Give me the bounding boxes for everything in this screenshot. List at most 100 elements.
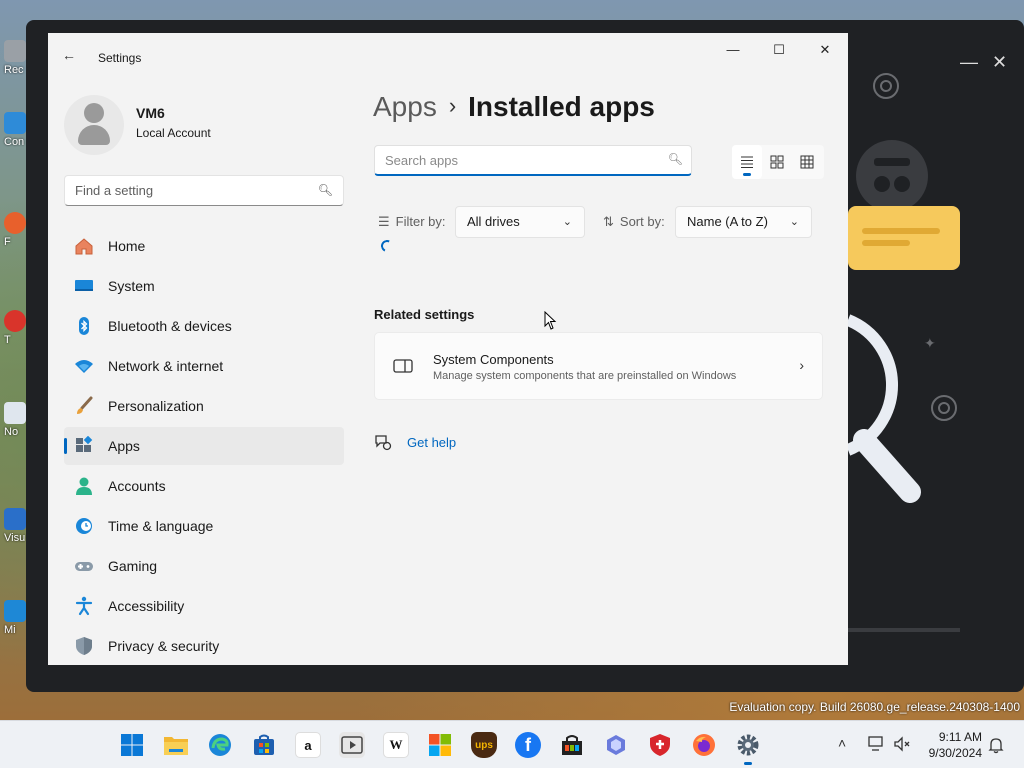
windows-logo-icon [121, 734, 143, 756]
desktop-icon-label: T [4, 334, 11, 346]
firefox-icon [693, 734, 715, 756]
taskbar-copilot[interactable] [603, 732, 629, 758]
filter-label-text: Filter by: [395, 214, 446, 229]
sidebar-item-label: Gaming [108, 558, 158, 574]
network-icon[interactable] [868, 736, 886, 752]
search-icon: 🔍︎ [317, 183, 333, 197]
accessibility-icon [74, 596, 94, 616]
sort-label-text: Sort by: [619, 214, 665, 229]
taskbar-facebook[interactable]: f [515, 732, 541, 758]
copilot-icon [607, 735, 625, 755]
desktop-icon-label: Con [4, 136, 25, 148]
home-icon [74, 236, 94, 256]
search-apps-box: 🔍︎ [374, 145, 692, 176]
sidebar-item-privacy[interactable]: Privacy & security [64, 627, 344, 665]
taskbar-firefox[interactable] [691, 732, 717, 758]
taskbar-microsoft-store[interactable] [251, 732, 277, 758]
taskbar-file-explorer[interactable] [163, 732, 189, 758]
svg-text:✦: ✦ [924, 335, 936, 351]
sort-label: ⇅ Sort by: [603, 214, 665, 230]
sidebar-item-system[interactable]: System [64, 267, 344, 305]
sidebar-nav: Home System Bluetooth & devices Network … [64, 227, 344, 665]
chevron-right-icon: › [799, 357, 804, 373]
filter-label: ☰ Filter by: [378, 214, 446, 230]
account-type: Local Account [136, 126, 211, 140]
gear-icon [737, 734, 759, 756]
mouse-cursor-icon [544, 311, 557, 330]
breadcrumb-parent[interactable]: Apps [373, 91, 437, 122]
card-title: System Components [433, 352, 554, 367]
edge-icon [209, 734, 231, 756]
system-components-card[interactable]: System Components Manage system componen… [374, 332, 823, 400]
breadcrumb: Apps › Installed apps [373, 91, 655, 123]
clock-globe-icon [74, 516, 94, 536]
avatar [64, 95, 124, 155]
maximize-button[interactable]: ☐ [756, 39, 802, 61]
related-settings-heading: Related settings [374, 307, 475, 322]
chevron-up-icon[interactable]: ˄ [838, 735, 846, 751]
taskbar-media-player[interactable] [339, 732, 365, 758]
sidebar-item-gaming[interactable]: Gaming [64, 547, 344, 585]
page-title: Installed apps [468, 91, 655, 122]
sidebar-item-accounts[interactable]: Accounts [64, 467, 344, 505]
taskbar-shopping[interactable] [559, 732, 585, 758]
system-clock[interactable]: 9:11 AM 9/30/2024 [918, 729, 982, 761]
sidebar-item-time-language[interactable]: Time & language [64, 507, 344, 545]
sidebar-item-home[interactable]: Home [64, 227, 344, 265]
help-chat-icon [375, 435, 392, 451]
sidebar-item-accessibility[interactable]: Accessibility [64, 587, 344, 625]
back-arrow-icon[interactable]: ← [62, 47, 76, 63]
close-button[interactable]: ✕ [802, 39, 848, 61]
evaluation-watermark: Evaluation copy. Build 26080.ge_release.… [729, 700, 1020, 714]
filter-dropdown[interactable]: All drives ⌄ [455, 206, 585, 238]
search-apps-input[interactable] [375, 146, 655, 174]
sidebar-item-label: Network & internet [108, 358, 224, 374]
get-help-link[interactable]: Get help [374, 433, 456, 451]
notification-bell-icon[interactable] [988, 736, 1004, 754]
sort-dropdown[interactable]: Name (A to Z) ⌄ [675, 206, 812, 238]
taskbar-settings[interactable] [735, 732, 761, 765]
account-name: VM6 [136, 105, 165, 121]
list-view-icon [741, 156, 753, 169]
sidebar-item-network[interactable]: Network & internet [64, 347, 344, 385]
card-description: Manage system components that are preins… [433, 370, 737, 382]
minimize-button[interactable]: — [710, 39, 756, 61]
person-icon [74, 476, 94, 496]
find-setting-input[interactable] [65, 176, 305, 205]
tile-view-button[interactable] [762, 145, 792, 179]
grid-view-button[interactable] [792, 145, 822, 179]
taskbar-ups[interactable]: ups [471, 732, 497, 758]
store-icon [254, 734, 274, 755]
title-bar: ← Settings — ☐ ✕ [48, 33, 848, 65]
window-title: Settings [98, 51, 142, 65]
list-view-button[interactable] [732, 145, 762, 179]
sidebar-item-apps[interactable]: Apps [64, 427, 344, 465]
desktop-icon-label: No [4, 426, 19, 438]
wifi-icon [74, 356, 94, 376]
sidebar-item-label: Bluetooth & devices [108, 318, 232, 334]
taskbar-microsoft[interactable] [427, 732, 453, 758]
grid-view-icon [800, 155, 814, 169]
taskbar-security-shield[interactable] [647, 732, 673, 758]
taskbar-wikipedia[interactable]: W [383, 732, 409, 758]
loading-spinner-icon [379, 238, 395, 254]
amazon-icon: a [304, 737, 312, 753]
minimize-icon: — [726, 42, 740, 57]
sidebar-item-bluetooth[interactable]: Bluetooth & devices [64, 307, 344, 345]
clock-time: 9:11 AM [938, 730, 982, 744]
search-icon: 🔍︎ [667, 152, 683, 166]
taskbar-edge[interactable] [207, 732, 233, 758]
bluetooth-icon [74, 316, 94, 336]
sidebar-item-label: Privacy & security [108, 638, 220, 654]
sidebar-item-personalization[interactable]: Personalization [64, 387, 344, 425]
wikipedia-icon: W [389, 737, 403, 752]
sort-icon: ⇅ [603, 214, 614, 229]
sidebar-item-label: Apps [108, 438, 140, 454]
folder-icon [164, 737, 188, 755]
speaker-muted-icon[interactable] [893, 736, 911, 752]
taskbar-amazon[interactable]: a [295, 732, 321, 758]
chevron-right-icon: › [448, 93, 457, 118]
apps-icon [74, 436, 94, 456]
start-button[interactable] [119, 732, 145, 758]
ups-icon: ups [475, 739, 493, 751]
